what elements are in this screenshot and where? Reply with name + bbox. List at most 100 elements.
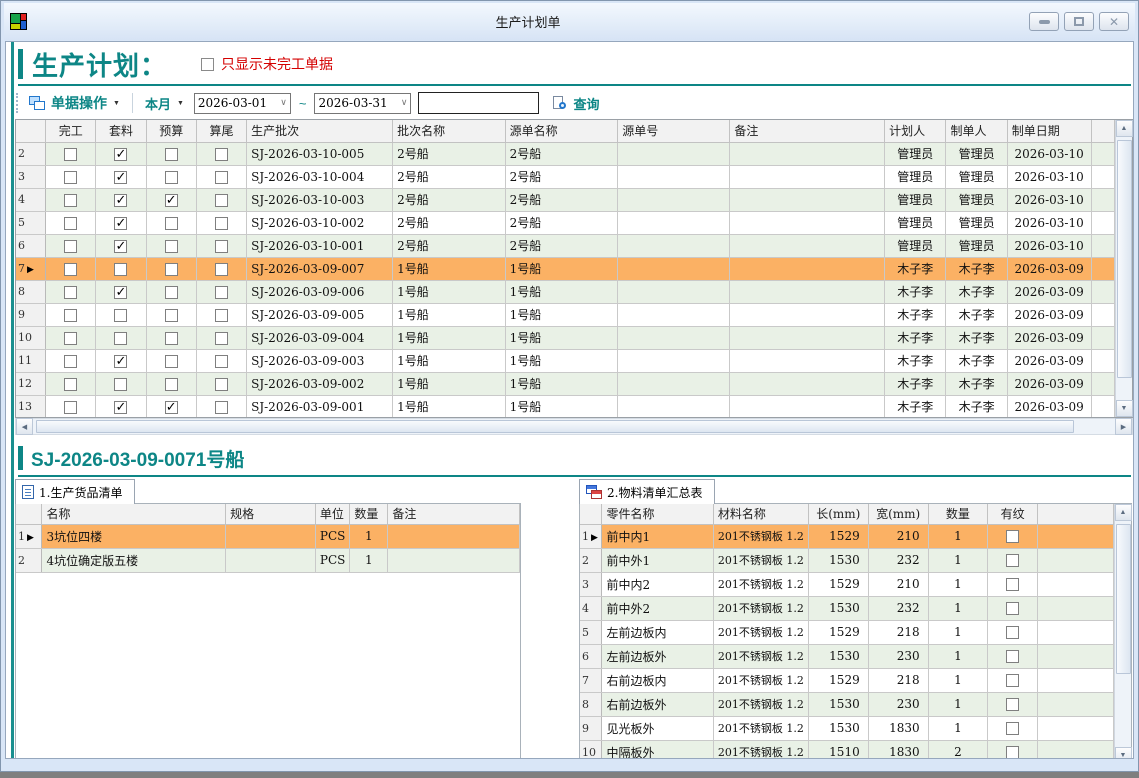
column-header[interactable]: 批次名称 bbox=[393, 120, 506, 142]
tab-production-goods-list[interactable]: 1.生产货品清单 bbox=[15, 479, 135, 504]
budget-checkbox[interactable] bbox=[165, 355, 178, 368]
done-checkbox[interactable] bbox=[64, 355, 77, 368]
plan-row[interactable]: 8▶ SJ-2026-03-09-006 1号船 1号船 木子李 bbox=[16, 280, 1115, 303]
material-vertical-scrollbar[interactable]: ▲ ▼ bbox=[1114, 504, 1131, 759]
grain-checkbox[interactable] bbox=[1006, 602, 1019, 615]
tail-checkbox[interactable] bbox=[215, 171, 228, 184]
budget-checkbox[interactable] bbox=[165, 378, 178, 391]
column-header[interactable]: 制单日期 bbox=[1007, 120, 1091, 142]
material-row[interactable]: 5▶ 左前边板内 201不锈钢板 1.2 1529 218 1 bbox=[580, 620, 1114, 644]
plan-row[interactable]: 3▶ SJ-2026-03-10-004 2号船 2号船 管理员 bbox=[16, 165, 1115, 188]
grain-checkbox[interactable] bbox=[1006, 722, 1019, 735]
scroll-right-button[interactable]: ▶ bbox=[1115, 418, 1132, 435]
budget-checkbox[interactable] bbox=[165, 217, 178, 230]
budget-checkbox[interactable] bbox=[165, 309, 178, 322]
plan-row[interactable]: 11▶ SJ-2026-03-09-003 1号船 1号船 木子李 bbox=[16, 349, 1115, 372]
scroll-down-button[interactable]: ▼ bbox=[1116, 400, 1133, 417]
tail-checkbox[interactable] bbox=[215, 194, 228, 207]
grain-checkbox[interactable] bbox=[1006, 674, 1019, 687]
column-header[interactable]: 名称 bbox=[42, 504, 226, 524]
column-header[interactable]: 备注 bbox=[388, 504, 520, 524]
column-header[interactable]: 有纹 bbox=[988, 504, 1038, 524]
scroll-down-button[interactable]: ▼ bbox=[1115, 747, 1132, 759]
plan-row[interactable]: 13▶ SJ-2026-03-09-001 1号船 1号船 木子李 bbox=[16, 395, 1115, 417]
budget-checkbox[interactable] bbox=[165, 148, 178, 161]
maximize-button[interactable] bbox=[1064, 12, 1094, 31]
done-checkbox[interactable] bbox=[64, 309, 77, 322]
done-checkbox[interactable] bbox=[64, 171, 77, 184]
material-row[interactable]: 3▶ 前中内2 201不锈钢板 1.2 1529 210 1 bbox=[580, 572, 1114, 596]
column-header[interactable]: 源单号 bbox=[618, 120, 730, 142]
budget-checkbox[interactable] bbox=[165, 401, 178, 414]
grain-checkbox[interactable] bbox=[1006, 554, 1019, 567]
column-header[interactable]: 规格 bbox=[226, 504, 316, 524]
unfinished-only-label[interactable]: 只显示未完工单据 bbox=[221, 54, 333, 74]
main-vertical-scrollbar[interactable]: ▲ ▼ bbox=[1115, 120, 1132, 417]
column-header[interactable]: 算尾 bbox=[196, 120, 246, 142]
material-row[interactable]: 10▶ 中隔板外 201不锈钢板 1.2 1510 1830 2 bbox=[580, 740, 1114, 759]
column-header[interactable]: 材料名称 bbox=[713, 504, 808, 524]
minimize-button[interactable] bbox=[1029, 12, 1059, 31]
material-row[interactable]: 1▶ 前中内1 201不锈钢板 1.2 1529 210 1 bbox=[580, 524, 1114, 548]
nesting-checkbox[interactable] bbox=[114, 309, 127, 322]
column-header[interactable]: 完工 bbox=[46, 120, 96, 142]
date-to-combo[interactable]: 2026-03-31 ∨ bbox=[314, 93, 411, 114]
column-header[interactable]: 预算 bbox=[146, 120, 196, 142]
done-checkbox[interactable] bbox=[64, 263, 77, 276]
done-checkbox[interactable] bbox=[64, 148, 77, 161]
column-header[interactable]: 套料 bbox=[96, 120, 146, 142]
done-checkbox[interactable] bbox=[64, 240, 77, 253]
done-checkbox[interactable] bbox=[64, 286, 77, 299]
column-header[interactable]: 宽(mm) bbox=[868, 504, 928, 524]
nesting-checkbox[interactable] bbox=[114, 286, 127, 299]
plan-row[interactable]: 2▶ SJ-2026-03-10-005 2号船 2号船 管理员 bbox=[16, 142, 1115, 165]
period-menu-button[interactable]: 本月 ▼ bbox=[141, 92, 188, 115]
plan-row[interactable]: 9▶ SJ-2026-03-09-005 1号船 1号船 木子李 bbox=[16, 303, 1115, 326]
done-checkbox[interactable] bbox=[64, 217, 77, 230]
scrollbar-thumb[interactable] bbox=[36, 420, 1074, 433]
plan-row[interactable]: 6▶ SJ-2026-03-10-001 2号船 2号船 管理员 bbox=[16, 234, 1115, 257]
plan-row[interactable]: 12▶ SJ-2026-03-09-002 1号船 1号船 木子李 bbox=[16, 372, 1115, 395]
scroll-left-button[interactable]: ◀ bbox=[16, 418, 33, 435]
grain-checkbox[interactable] bbox=[1006, 530, 1019, 543]
tab-material-summary[interactable]: 2.物料清单汇总表 bbox=[579, 479, 715, 504]
tail-checkbox[interactable] bbox=[215, 332, 228, 345]
tail-checkbox[interactable] bbox=[215, 217, 228, 230]
column-header[interactable]: 计划人 bbox=[885, 120, 946, 142]
column-header[interactable]: 数量 bbox=[928, 504, 988, 524]
plan-row[interactable]: 7▶ SJ-2026-03-09-007 1号船 1号船 木子李 bbox=[16, 257, 1115, 280]
nesting-checkbox[interactable] bbox=[114, 355, 127, 368]
column-header[interactable]: 数量 bbox=[350, 504, 388, 524]
search-input[interactable] bbox=[418, 92, 539, 114]
budget-checkbox[interactable] bbox=[165, 332, 178, 345]
material-row[interactable]: 2▶ 前中外1 201不锈钢板 1.2 1530 232 1 bbox=[580, 548, 1114, 572]
tail-checkbox[interactable] bbox=[215, 309, 228, 322]
column-header[interactable]: 单位 bbox=[315, 504, 349, 524]
column-header[interactable]: 源单名称 bbox=[505, 120, 618, 142]
plan-row[interactable]: 4▶ SJ-2026-03-10-003 2号船 2号船 管理员 bbox=[16, 188, 1115, 211]
grain-checkbox[interactable] bbox=[1006, 650, 1019, 663]
column-header[interactable]: 长(mm) bbox=[808, 504, 868, 524]
plan-row[interactable]: 10▶ SJ-2026-03-09-004 1号船 1号船 木子李 bbox=[16, 326, 1115, 349]
budget-checkbox[interactable] bbox=[165, 286, 178, 299]
close-button[interactable]: ✕ bbox=[1099, 12, 1129, 31]
tail-checkbox[interactable] bbox=[215, 240, 228, 253]
scrollbar-thumb[interactable] bbox=[1117, 140, 1132, 378]
main-horizontal-scrollbar[interactable]: ◀ ▶ bbox=[15, 418, 1133, 435]
material-row[interactable]: 7▶ 右前边板内 201不锈钢板 1.2 1529 218 1 bbox=[580, 668, 1114, 692]
column-header[interactable]: 备注 bbox=[730, 120, 885, 142]
nesting-checkbox[interactable] bbox=[114, 240, 127, 253]
material-row[interactable]: 4▶ 前中外2 201不锈钢板 1.2 1530 232 1 bbox=[580, 596, 1114, 620]
done-checkbox[interactable] bbox=[64, 332, 77, 345]
scroll-up-button[interactable]: ▲ bbox=[1116, 120, 1133, 137]
scroll-up-button[interactable]: ▲ bbox=[1115, 504, 1132, 521]
scrollbar-thumb[interactable] bbox=[1116, 524, 1131, 674]
tail-checkbox[interactable] bbox=[215, 378, 228, 391]
tail-checkbox[interactable] bbox=[215, 401, 228, 414]
grain-checkbox[interactable] bbox=[1006, 698, 1019, 711]
goods-row[interactable]: 1▶ 3坑位四楼 PCS 1 bbox=[16, 524, 520, 548]
date-from-combo[interactable]: 2026-03-01 ∨ bbox=[194, 93, 291, 114]
budget-checkbox[interactable] bbox=[165, 263, 178, 276]
plan-row[interactable]: 5▶ SJ-2026-03-10-002 2号船 2号船 管理员 bbox=[16, 211, 1115, 234]
done-checkbox[interactable] bbox=[64, 194, 77, 207]
